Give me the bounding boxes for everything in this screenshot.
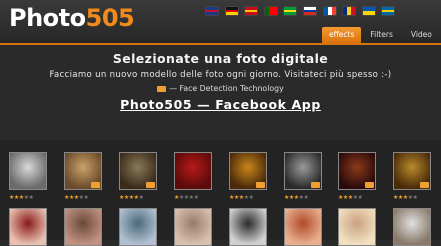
- site-logo[interactable]: Photo505: [9, 3, 134, 33]
- facebook-app-link[interactable]: Photo505 — Facebook App: [120, 97, 321, 113]
- envelope-icon: [256, 182, 265, 188]
- envelope-icon: [420, 182, 429, 188]
- rating-stars: ★★★★★: [338, 194, 362, 202]
- flag-fr-icon[interactable]: [324, 7, 336, 15]
- language-flags: [206, 7, 394, 15]
- page-title: Selezionate una foto digitale: [0, 50, 441, 67]
- envelope-icon: [157, 86, 166, 92]
- rating-stars: ★★★★★: [229, 194, 253, 202]
- effect-thumbnail[interactable]: [284, 152, 322, 190]
- effect-thumbnail[interactable]: [338, 208, 376, 246]
- flag-es-icon[interactable]: [245, 7, 257, 15]
- envelope-icon: [365, 182, 374, 188]
- envelope-icon: [311, 182, 320, 188]
- effect-thumbnail[interactable]: [119, 208, 157, 246]
- effect-thumbnail[interactable]: [174, 208, 212, 246]
- flag-en-icon[interactable]: [206, 7, 218, 15]
- effect-thumbnail[interactable]: [174, 152, 212, 190]
- rating-stars: ★★★★★: [284, 194, 308, 202]
- effect-thumbnail[interactable]: [9, 208, 47, 246]
- rating-stars: ★★★★★: [119, 194, 143, 202]
- rating-stars: ★★★★★: [174, 194, 198, 202]
- flag-se-icon[interactable]: [382, 7, 394, 15]
- effect-thumbnail[interactable]: [9, 152, 47, 190]
- intro-section: Selezionate una foto digitale Facciamo u…: [0, 50, 441, 113]
- effect-thumbnail[interactable]: [393, 208, 431, 246]
- flag-ro-icon[interactable]: [343, 7, 355, 15]
- nav-tab-1[interactable]: Filters: [361, 27, 401, 43]
- nav-tab-2[interactable]: Video: [402, 27, 441, 43]
- logo-accent: 505: [86, 4, 135, 32]
- effect-thumbnail[interactable]: [393, 152, 431, 190]
- page-subtitle: Facciamo un nuovo modello delle foto ogn…: [0, 69, 441, 82]
- effect-thumbnail[interactable]: [229, 208, 267, 246]
- face-detection-label: — Face Detection Technology: [169, 84, 283, 93]
- rating-stars: ★★★★★: [393, 194, 417, 202]
- logo-primary: Photo: [9, 4, 86, 32]
- rating-stars: ★★★★★: [64, 194, 88, 202]
- effect-thumbnail[interactable]: [64, 152, 102, 190]
- flag-ua-icon[interactable]: [363, 7, 375, 15]
- flag-de-icon[interactable]: [226, 7, 238, 15]
- main-nav: effectsFiltersVideoAb: [322, 27, 441, 43]
- flag-pt-icon[interactable]: [265, 7, 277, 15]
- effect-thumbnail[interactable]: [229, 152, 267, 190]
- rating-stars: ★★★★★: [9, 194, 33, 202]
- photo-effects-grid: ★★★★★ ★★★★★ ★★★★★ ★★★★★ ★★★★★ ★★★★★ ★★★★★ ★★★★★: [0, 140, 441, 240]
- effect-thumbnail[interactable]: [284, 208, 322, 246]
- effect-thumbnail[interactable]: [338, 152, 376, 190]
- header-accent-line: [0, 43, 441, 45]
- header-bar: Photo505 effectsFiltersVideoAb: [0, 0, 441, 45]
- nav-tab-0[interactable]: effects: [322, 27, 361, 43]
- envelope-icon: [91, 182, 100, 188]
- envelope-icon: [146, 182, 155, 188]
- flag-br-icon[interactable]: [284, 7, 296, 15]
- effect-thumbnail[interactable]: [64, 208, 102, 246]
- effect-thumbnail[interactable]: [119, 152, 157, 190]
- face-detection-note: — Face Detection Technology: [0, 83, 441, 94]
- flag-ru-icon[interactable]: [304, 7, 316, 15]
